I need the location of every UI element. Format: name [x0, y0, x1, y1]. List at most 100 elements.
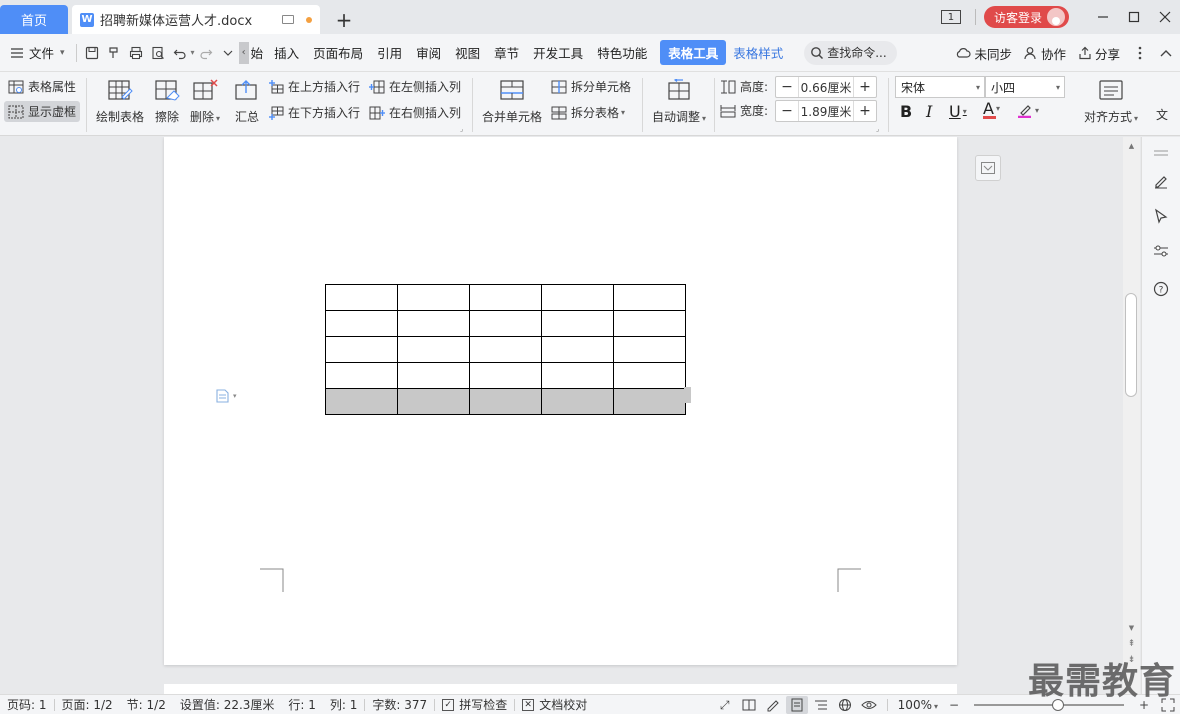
- maximize-button[interactable]: [1118, 0, 1149, 34]
- table-properties-button[interactable]: 表格属性: [8, 78, 76, 95]
- reading-mode-icon[interactable]: [738, 696, 760, 714]
- command-search[interactable]: 查找命令...: [804, 40, 897, 65]
- pen-icon[interactable]: [1151, 171, 1171, 191]
- new-tab-button[interactable]: +: [334, 8, 354, 32]
- underline-button[interactable]: U ▾: [949, 102, 967, 121]
- table-cell[interactable]: [541, 388, 614, 415]
- undo-icon[interactable]: [169, 42, 191, 64]
- table-cell[interactable]: [541, 336, 614, 363]
- table-cell[interactable]: [325, 336, 398, 363]
- eye-protection-icon[interactable]: [858, 696, 880, 714]
- document-table[interactable]: [325, 284, 686, 415]
- table-cell[interactable]: [613, 336, 686, 363]
- insert-row-above-button[interactable]: 在上方插入行: [268, 78, 360, 95]
- status-page-number[interactable]: 页码: 1: [0, 696, 54, 713]
- vertical-scrollbar[interactable]: ▲ ▼ ⇞ ⇟: [1123, 137, 1140, 694]
- group-expand-icon[interactable]: ⌟: [460, 125, 463, 133]
- table-row[interactable]: [325, 388, 686, 415]
- group-expand-icon[interactable]: ⌟: [876, 125, 879, 133]
- menu-review[interactable]: 审阅: [409, 43, 448, 62]
- menu-insert[interactable]: 插入: [267, 43, 306, 62]
- draw-table-button[interactable]: 绘制表格: [96, 78, 144, 125]
- table-cell[interactable]: [397, 388, 470, 415]
- menu-special-features[interactable]: 特色功能: [590, 43, 654, 62]
- table-cell[interactable]: [541, 310, 614, 337]
- file-menu[interactable]: 文件 ▾: [0, 43, 72, 62]
- bold-button[interactable]: B: [900, 102, 912, 121]
- table-cell[interactable]: [613, 310, 686, 337]
- insert-column-left-button[interactable]: 在左侧插入列: [369, 78, 461, 95]
- document-page[interactable]: ▾: [164, 137, 957, 665]
- decrease-height-button[interactable]: −: [776, 77, 798, 97]
- pointer-icon[interactable]: [1151, 206, 1171, 226]
- share-button[interactable]: 分享: [1078, 44, 1120, 63]
- collaborate-button[interactable]: 协作: [1024, 44, 1066, 63]
- web-view-icon[interactable]: [834, 696, 856, 714]
- menu-scroll-left-button[interactable]: ‹: [238, 41, 249, 64]
- menu-section[interactable]: 章节: [487, 43, 526, 62]
- column-width-input[interactable]: 1.89厘米: [798, 101, 854, 121]
- row-height-input[interactable]: 0.66厘米: [798, 77, 854, 97]
- table-cell[interactable]: [469, 336, 542, 363]
- scroll-up-button[interactable]: ▲: [1123, 139, 1140, 153]
- increase-width-button[interactable]: +: [854, 101, 876, 121]
- table-cell[interactable]: [613, 362, 686, 389]
- side-panel-toggle-button[interactable]: [975, 155, 1001, 181]
- table-row[interactable]: [325, 310, 686, 337]
- table-cell[interactable]: [397, 284, 470, 311]
- write-mode-icon[interactable]: [762, 696, 784, 714]
- italic-button[interactable]: I: [926, 102, 932, 121]
- align-button[interactable]: 对齐方式 ▾: [1084, 78, 1138, 125]
- table-cell[interactable]: [469, 284, 542, 311]
- help-icon[interactable]: ?: [1151, 279, 1171, 299]
- insert-column-right-button[interactable]: 在右侧插入列: [369, 104, 461, 121]
- customize-toolbar-icon[interactable]: [217, 42, 239, 64]
- table-cell[interactable]: [397, 310, 470, 337]
- monitor-icon[interactable]: [282, 15, 294, 24]
- status-column[interactable]: 列: 1: [323, 696, 365, 713]
- menu-page-layout[interactable]: 页面布局: [306, 43, 370, 62]
- table-cell[interactable]: [613, 284, 686, 311]
- row-height-stepper[interactable]: − 0.66厘米 +: [775, 76, 877, 98]
- split-table-button[interactable]: 拆分表格 ▾: [551, 104, 625, 121]
- fullscreen-icon[interactable]: ⤢: [714, 696, 736, 714]
- zoom-slider[interactable]: [974, 699, 1124, 711]
- scrollbar-thumb[interactable]: [1125, 293, 1137, 397]
- table-cell[interactable]: [325, 310, 398, 337]
- insert-row-below-button[interactable]: 在下方插入行: [268, 104, 360, 121]
- table-cell[interactable]: [325, 284, 398, 311]
- tab-table-tools[interactable]: 表格工具: [660, 40, 727, 65]
- print-preview-icon[interactable]: [147, 42, 169, 64]
- format-painter-icon[interactable]: [103, 42, 125, 64]
- table-cell[interactable]: [397, 336, 470, 363]
- status-pages[interactable]: 页面: 1/2: [55, 696, 120, 713]
- table-cell[interactable]: [325, 362, 398, 389]
- collapse-ribbon-icon[interactable]: [1160, 49, 1172, 57]
- increase-height-button[interactable]: +: [854, 77, 876, 97]
- delete-button[interactable]: 删除 ▾: [190, 78, 220, 125]
- unsaved-dot-icon[interactable]: [306, 16, 312, 23]
- column-width-stepper[interactable]: − 1.89厘米 +: [775, 100, 877, 122]
- show-gridlines-button[interactable]: 显示虚框: [4, 101, 81, 122]
- panel-menu-icon[interactable]: [1151, 143, 1171, 163]
- table-cell[interactable]: [397, 362, 470, 389]
- zoom-out-button[interactable]: −: [943, 696, 965, 714]
- minimize-button[interactable]: [1087, 0, 1118, 34]
- status-word-count[interactable]: 字数: 377: [365, 696, 434, 713]
- window-count-badge[interactable]: 1: [940, 10, 961, 24]
- font-color-button[interactable]: A ▾: [983, 101, 1000, 119]
- tab-table-style[interactable]: 表格样式: [726, 43, 790, 62]
- paragraph-layout-icon[interactable]: ▾: [216, 389, 237, 403]
- table-row[interactable]: [325, 362, 686, 389]
- document-canvas[interactable]: ▾: [0, 137, 1123, 694]
- text-direction-button[interactable]: 文: [1156, 106, 1168, 123]
- menu-references[interactable]: 引用: [370, 43, 409, 62]
- redo-icon[interactable]: [195, 42, 217, 64]
- font-size-select[interactable]: 小四 ▾: [985, 76, 1065, 98]
- decrease-width-button[interactable]: −: [776, 101, 798, 121]
- font-name-select[interactable]: 宋体 ▾: [895, 76, 985, 98]
- more-options-icon[interactable]: [1138, 46, 1142, 60]
- merge-cells-button[interactable]: 合并单元格: [482, 78, 542, 125]
- status-section[interactable]: 节: 1/2: [120, 696, 173, 713]
- tab-home[interactable]: 首页: [0, 5, 68, 34]
